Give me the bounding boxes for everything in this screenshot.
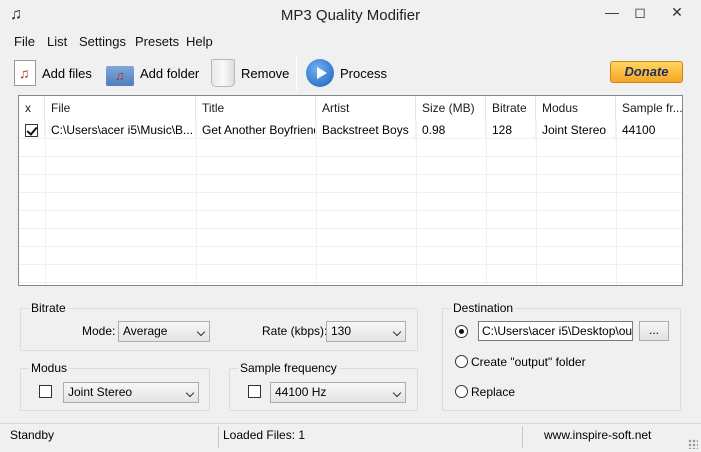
- close-icon[interactable]: ✕: [654, 0, 700, 24]
- empty-row: [19, 248, 682, 265]
- empty-row: [19, 194, 682, 211]
- empty-row: [19, 176, 682, 193]
- column-header-title[interactable]: Title: [196, 96, 316, 121]
- column-header-file[interactable]: File: [45, 96, 196, 121]
- status-text: Standby: [10, 428, 55, 442]
- column-divider: [486, 121, 487, 285]
- sample-frequency-select[interactable]: 44100 Hz: [270, 382, 406, 403]
- mode-label: Mode:: [82, 324, 116, 338]
- menu-file[interactable]: File: [14, 34, 35, 49]
- sample-frequency-legend: Sample frequency: [238, 361, 339, 375]
- donate-button[interactable]: Donate: [610, 61, 683, 83]
- audio-file-icon: [14, 60, 36, 86]
- process-button[interactable]: Process: [306, 56, 387, 90]
- resize-grip-icon[interactable]: [688, 439, 698, 449]
- row-checkbox[interactable]: [25, 124, 38, 137]
- sample-frequency-group: Sample frequency 44100 Hz: [229, 361, 418, 411]
- column-header-artist[interactable]: Artist: [316, 96, 416, 121]
- minimize-icon[interactable]: —: [598, 0, 626, 24]
- rate-label: Rate (kbps):: [262, 324, 328, 338]
- menu-settings[interactable]: Settings: [79, 34, 126, 49]
- column-divider: [536, 121, 537, 285]
- sample-frequency-checkbox[interactable]: [248, 385, 261, 398]
- process-label: Process: [340, 65, 387, 81]
- cell-file: C:\Users\acer i5\Music\B...: [45, 122, 196, 139]
- modus-group: Modus Joint Stereo: [20, 361, 210, 411]
- remove-button[interactable]: Remove: [211, 56, 289, 90]
- column-divider: [196, 121, 197, 285]
- cell-title: Get Another Boyfriend: [196, 122, 316, 139]
- toolbar-separator: [296, 56, 297, 90]
- maximize-icon[interactable]: ◻: [626, 0, 654, 24]
- column-header-sample-frequency[interactable]: Sample fr...: [616, 96, 682, 121]
- modus-legend: Modus: [29, 361, 70, 375]
- row-select-cell: [19, 122, 45, 139]
- column-divider: [616, 121, 617, 285]
- music-folder-icon: [106, 66, 134, 86]
- remove-label: Remove: [241, 65, 290, 81]
- empty-row: [19, 140, 682, 157]
- window-title: MP3 Quality Modifier: [280, 7, 421, 24]
- bitrate-group: Bitrate Mode: Average Rate (kbps): 130: [20, 301, 418, 351]
- modus-select[interactable]: Joint Stereo: [63, 382, 199, 403]
- title-bar: ♫ MP3 Quality Modifier — ◻ ✕: [0, 0, 701, 30]
- file-list[interactable]: x File Title Artist Size (MB) Bitrate Mo…: [18, 95, 683, 286]
- column-divider: [45, 121, 46, 285]
- column-header-modus[interactable]: Modus: [536, 96, 616, 121]
- add-folder-label: Add folder: [140, 65, 200, 81]
- cell-size: 0.98: [416, 122, 486, 139]
- browse-button[interactable]: ...: [639, 321, 669, 341]
- empty-row: [19, 230, 682, 247]
- replace-radio[interactable]: [455, 385, 468, 398]
- empty-row: [19, 158, 682, 175]
- destination-group: Destination C:\Users\acer i5\Desktop\out…: [442, 301, 681, 411]
- add-files-label: Add files: [42, 65, 92, 81]
- empty-row: [19, 212, 682, 229]
- column-divider: [316, 121, 317, 285]
- destination-path-input[interactable]: C:\Users\acer i5\Desktop\outp: [478, 321, 633, 341]
- status-separator: [522, 426, 523, 448]
- menu-bar: File List Settings Presets Help: [0, 31, 701, 51]
- column-header-bitrate[interactable]: Bitrate: [486, 96, 536, 121]
- bitrate-legend: Bitrate: [29, 301, 68, 315]
- rate-select[interactable]: 130: [326, 321, 406, 342]
- menu-presets[interactable]: Presets: [135, 34, 179, 49]
- table-row[interactable]: C:\Users\acer i5\Music\B... Get Another …: [19, 122, 682, 139]
- menu-help[interactable]: Help: [186, 34, 213, 49]
- destination-path-radio[interactable]: [455, 325, 468, 338]
- file-list-header: x File Title Artist Size (MB) Bitrate Mo…: [19, 96, 682, 121]
- website-link[interactable]: www.inspire-soft.net: [544, 428, 651, 442]
- cell-modus: Joint Stereo: [536, 122, 616, 139]
- column-header-select[interactable]: x: [19, 96, 45, 121]
- replace-label[interactable]: Replace: [471, 385, 515, 399]
- empty-row: [19, 266, 682, 283]
- play-icon: [306, 59, 334, 87]
- add-files-button[interactable]: Add files: [12, 56, 92, 90]
- loaded-files-count: Loaded Files: 1: [223, 428, 306, 442]
- column-header-size[interactable]: Size (MB): [416, 96, 486, 121]
- modus-checkbox[interactable]: [39, 385, 52, 398]
- column-divider: [416, 121, 417, 285]
- cell-artist: Backstreet Boys: [316, 122, 416, 139]
- status-separator: [218, 426, 219, 448]
- create-output-folder-radio[interactable]: [455, 355, 468, 368]
- cell-sample-frequency: 44100: [622, 123, 656, 137]
- menu-list[interactable]: List: [47, 34, 67, 49]
- create-output-folder-label[interactable]: Create "output" folder: [471, 355, 586, 369]
- cell-bitrate: 128: [486, 122, 536, 139]
- destination-legend: Destination: [451, 301, 516, 315]
- mode-select[interactable]: Average: [118, 321, 210, 342]
- toolbar: Add files Add folder Remove Process: [0, 54, 701, 92]
- add-folder-button[interactable]: Add folder: [106, 56, 199, 90]
- status-bar: Standby Loaded Files: 1 www.inspire-soft…: [0, 423, 701, 452]
- recycle-bin-icon: [211, 59, 235, 87]
